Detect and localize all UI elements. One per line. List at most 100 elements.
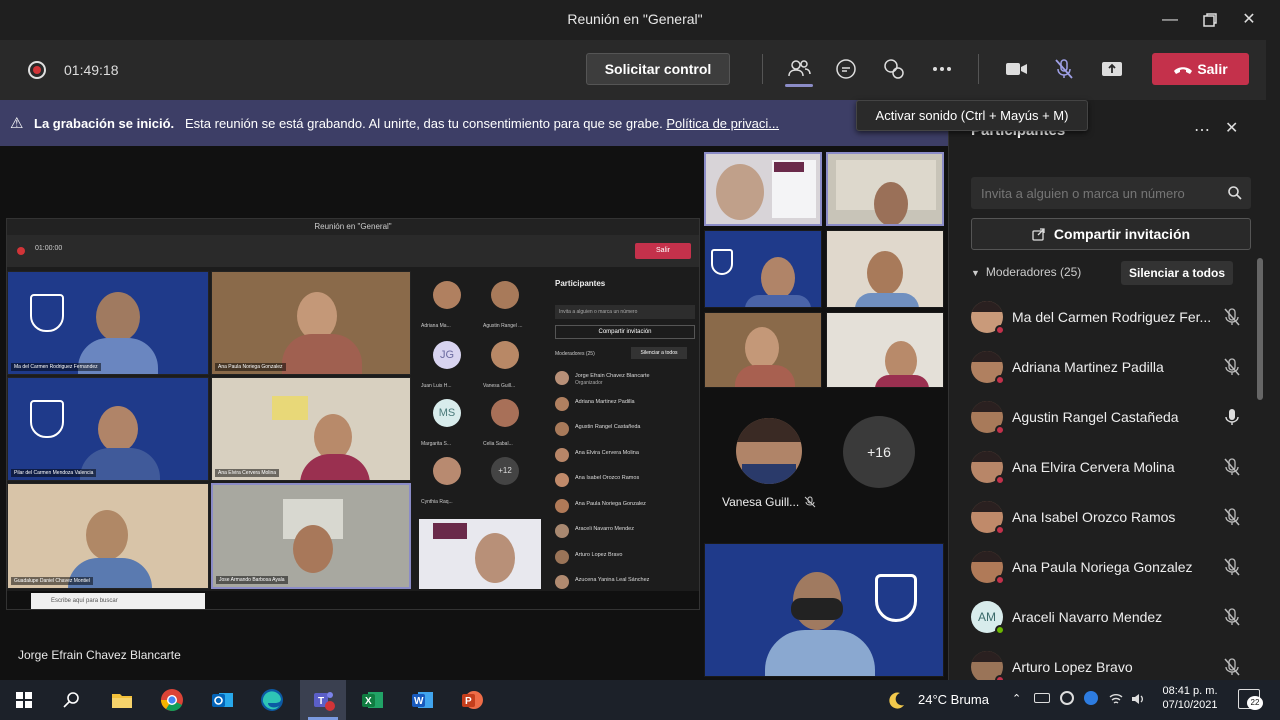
meeting-toolbar: 01:49:18 Solicitar control Salir — [0, 40, 1266, 100]
clock-time: 08:41 p. m. — [1162, 685, 1218, 697]
outlook-icon[interactable] — [208, 686, 236, 714]
microphone-muted-icon — [1222, 657, 1242, 677]
shared-people-column: Adriana Ma... Agustin Rangel ... JG Juan… — [413, 271, 543, 591]
participant-row[interactable]: Ana Isabel Orozco Ramos — [967, 494, 1253, 540]
share-screen-icon[interactable] — [1098, 55, 1126, 83]
chrome-icon[interactable] — [158, 686, 186, 714]
overflow-participants[interactable]: +16 — [843, 416, 915, 488]
weather-text[interactable]: 24°C Bruma — [918, 692, 989, 707]
participant-name: Ana Elvira Cervera Molina — [1012, 459, 1175, 475]
video-tile[interactable] — [704, 312, 822, 388]
microphone-muted-icon[interactable] — [1050, 55, 1078, 83]
shared-tile-name: Ma del Carmen Rodriguez Fernandez — [11, 363, 101, 371]
search-icon[interactable] — [58, 686, 86, 714]
svg-text:T: T — [318, 696, 324, 707]
panel-more-icon[interactable]: ⋯ — [1194, 120, 1210, 140]
chat-icon[interactable] — [832, 55, 860, 83]
moderators-section[interactable]: ▼ Moderadores (25) — [971, 265, 1081, 279]
show-hidden-icons[interactable]: ⌃ — [1012, 692, 1021, 705]
presence-status-icon — [995, 425, 1005, 435]
privacy-link[interactable]: Política de privaci... — [666, 116, 779, 131]
file-explorer-icon[interactable] — [108, 686, 136, 714]
shared-video-tile: Ma del Carmen Rodriguez Fernandez — [7, 271, 209, 375]
close-window-button[interactable]: ✕ — [1237, 8, 1261, 32]
avatar — [555, 575, 569, 589]
camera-icon[interactable] — [1002, 55, 1030, 83]
presence-status-icon — [995, 325, 1005, 335]
shared-list-item: Araceli Navarro Mendez — [555, 522, 695, 542]
microphone-icon — [1222, 407, 1242, 427]
shared-list-item: Agustin Rangel Castañeda — [555, 420, 695, 440]
presence-status-icon — [995, 375, 1005, 385]
participant-row[interactable]: Agustin Rangel Castañeda — [967, 394, 1253, 440]
maximize-button[interactable] — [1198, 8, 1222, 32]
presence-status-icon — [995, 525, 1005, 535]
avatar — [555, 524, 569, 538]
word-icon[interactable]: W — [408, 686, 436, 714]
video-tile[interactable] — [704, 230, 822, 308]
shared-video-tile: Guadalupe Daniel Chavez Montiel — [7, 483, 209, 589]
volume-icon[interactable] — [1130, 691, 1146, 712]
avatar — [555, 447, 569, 462]
network-icon[interactable] — [1108, 691, 1124, 712]
more-options-icon[interactable] — [928, 55, 956, 83]
participant-name: Agustin Rangel Castañeda — [1012, 409, 1179, 425]
clock[interactable]: 08:41 p. m. 07/10/2021 — [1154, 685, 1226, 711]
shared-screen: Reunión en "General" 01:00:00 Salir Ma d… — [6, 218, 700, 610]
participant-row[interactable]: Adriana Martinez Padilla — [967, 344, 1253, 390]
panel-scrollbar[interactable] — [1257, 258, 1263, 400]
participant-name: Araceli Navarro Mendez — [1012, 609, 1163, 625]
mute-all-button[interactable]: Silenciar a todos — [1121, 261, 1233, 285]
share-invite-button[interactable]: Compartir invitación — [971, 218, 1251, 250]
windows-taskbar: T X W P 24°C Bruma ⌃ 08:41 p. m. 07/10/2… — [0, 680, 1280, 720]
video-tile[interactable] — [826, 152, 944, 226]
powerpoint-icon[interactable]: P — [458, 686, 486, 714]
microphone-muted-icon — [1222, 307, 1242, 327]
participant-name: Arturo Lopez Bravo — [1012, 659, 1133, 675]
avatar — [555, 422, 569, 436]
avatar — [555, 396, 569, 411]
video-tile[interactable] — [826, 312, 944, 388]
shared-timer: 01:00:00 — [35, 245, 63, 252]
presence-status-icon — [995, 625, 1005, 635]
participant-row[interactable]: Ma del Carmen Rodriguez Fer... — [967, 294, 1253, 340]
request-control-button[interactable]: Solicitar control — [586, 53, 730, 85]
battery-icon[interactable] — [1034, 693, 1050, 703]
avatar — [555, 549, 569, 564]
onedrive-icon[interactable] — [1060, 691, 1074, 705]
participant-row[interactable]: Ana Paula Noriega Gonzalez — [967, 544, 1253, 590]
participants-icon[interactable] — [785, 55, 813, 87]
shared-participants-panel: Participantes Invita a alguien o marca u… — [547, 267, 699, 591]
video-tile[interactable] — [704, 543, 944, 677]
teams-taskbar-active[interactable]: T — [300, 680, 346, 720]
leave-button[interactable]: Salir — [1152, 53, 1249, 85]
shared-leave-button: Salir — [635, 243, 691, 259]
video-tile[interactable] — [704, 152, 822, 226]
excel-icon[interactable]: X — [358, 686, 386, 714]
invite-search-input[interactable] — [981, 183, 1221, 203]
participant-name: Ana Paula Noriega Gonzalez — [1012, 559, 1193, 575]
shared-tile-name: Jose Armando Barbosa Ayala — [216, 576, 288, 584]
teams-tray-icon[interactable] — [1084, 691, 1098, 705]
reactions-icon[interactable] — [880, 55, 908, 83]
weather-icon — [886, 689, 908, 716]
presence-status-icon — [995, 475, 1005, 485]
participant-row[interactable]: Ana Elvira Cervera Molina — [967, 444, 1253, 490]
share-invite-label: Compartir invitación — [1053, 226, 1191, 242]
presence-status-icon — [995, 575, 1005, 585]
close-panel-icon[interactable]: ✕ — [1225, 118, 1238, 138]
svg-text:X: X — [365, 696, 372, 707]
shared-list-item: Ana Paula Noriega Gonzalez — [555, 497, 695, 517]
minimize-button[interactable]: — — [1158, 8, 1182, 32]
edge-icon[interactable] — [258, 686, 286, 714]
shared-video-tile: Jose Armando Barbosa Ayala — [211, 483, 411, 589]
participant-row[interactable]: AM Araceli Navarro Mendez — [967, 594, 1253, 640]
banner-title: La grabación se inició. — [34, 116, 175, 131]
windows-start-icon[interactable] — [10, 686, 38, 714]
video-tile[interactable] — [826, 230, 944, 308]
shared-video-tile: Ana Paula Noriega Gonzalez — [211, 271, 411, 375]
invite-search-box[interactable] — [971, 177, 1251, 209]
shared-tile-name: Pilar del Carmen Mendoza Valencia — [11, 469, 97, 477]
notifications-icon[interactable]: 22 — [1238, 689, 1263, 710]
microphone-muted-icon — [1222, 607, 1242, 627]
